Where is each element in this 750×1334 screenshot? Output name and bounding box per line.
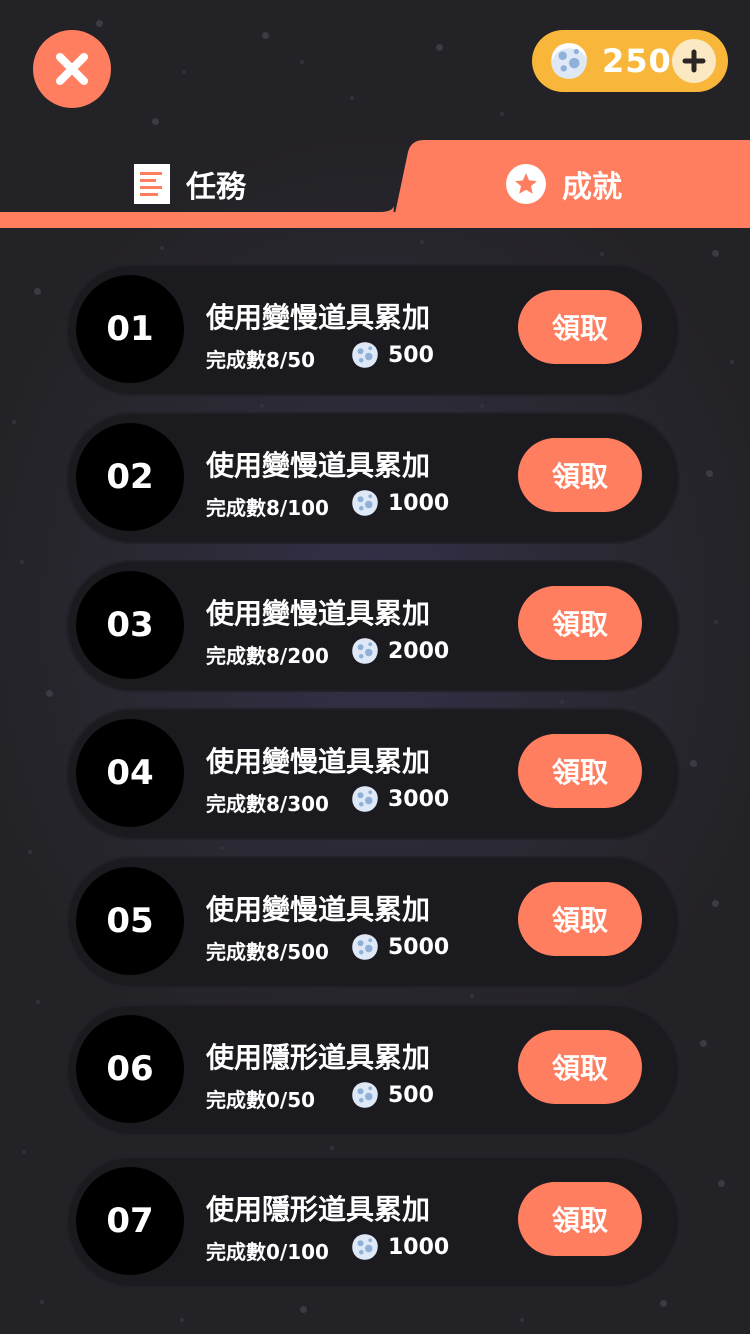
achievement-reward: 500 (350, 1080, 434, 1110)
currency-pill: 250 (532, 30, 728, 92)
tab-bar: 任務 成就 (0, 140, 750, 228)
add-currency-button[interactable] (672, 39, 716, 83)
tab-tasks[interactable]: 任務 (134, 160, 246, 208)
reward-amount: 3000 (388, 786, 450, 812)
achievement-row: 05 使用變慢道具累加 完成數8/500 5000 領取 (66, 856, 680, 988)
achievement-number: 02 (76, 423, 184, 531)
achievement-reward: 3000 (350, 784, 449, 814)
achievement-reward: 5000 (350, 932, 449, 962)
claim-button[interactable]: 領取 (518, 882, 642, 956)
achievement-row: 01 使用變慢道具累加 完成數8/50 500 領取 (66, 264, 680, 396)
asteroid-icon (352, 1082, 378, 1108)
claim-button[interactable]: 領取 (518, 1030, 642, 1104)
tab-tasks-label: 任務 (186, 170, 246, 205)
achievement-number: 06 (76, 1015, 184, 1123)
tab-underline (0, 212, 750, 228)
claim-button[interactable]: 領取 (518, 290, 642, 364)
achievement-title: 使用隱形道具累加 (206, 1193, 431, 1226)
claim-button[interactable]: 領取 (518, 438, 642, 512)
achievement-progress: 完成數8/100 (206, 496, 329, 520)
achievement-row: 06 使用隱形道具累加 完成數0/50 500 領取 (66, 1004, 680, 1136)
tab-achievements-label: 成就 (562, 170, 622, 205)
achievement-progress: 完成數0/50 (206, 1088, 316, 1112)
achievement-reward: 1000 (350, 488, 449, 518)
achievement-reward: 1000 (350, 1232, 449, 1262)
achievement-title: 使用變慢道具累加 (206, 597, 431, 630)
currency-amount: 250 (602, 42, 672, 80)
asteroid-icon (352, 786, 378, 812)
asteroid-icon (352, 638, 378, 664)
achievement-number: 07 (76, 1167, 184, 1275)
close-icon (56, 53, 88, 85)
achievement-number: 05 (76, 867, 184, 975)
asteroid-icon (352, 490, 378, 516)
reward-amount: 1000 (388, 1234, 450, 1260)
achievement-title: 使用隱形道具累加 (206, 1041, 431, 1074)
claim-button[interactable]: 領取 (518, 734, 642, 808)
star-icon (506, 164, 546, 204)
achievement-reward: 2000 (350, 636, 449, 666)
asteroid-icon (352, 342, 378, 368)
achievement-row: 07 使用隱形道具累加 完成數0/100 1000 領取 (66, 1156, 680, 1288)
reward-amount: 1000 (388, 490, 450, 516)
plus-icon (682, 49, 706, 73)
claim-button[interactable]: 領取 (518, 1182, 642, 1256)
achievement-title: 使用變慢道具累加 (206, 893, 431, 926)
asteroid-icon (352, 934, 378, 960)
achievement-progress: 完成數8/200 (206, 644, 329, 668)
achievement-title: 使用變慢道具累加 (206, 449, 431, 482)
achievement-number: 01 (76, 275, 184, 383)
asteroid-icon (551, 43, 587, 79)
claim-button[interactable]: 領取 (518, 586, 642, 660)
tab-achievements[interactable]: 成就 (506, 160, 622, 208)
achievement-reward: 500 (350, 340, 434, 370)
achievement-row: 02 使用變慢道具累加 完成數8/100 1000 領取 (66, 412, 680, 544)
achievement-progress: 完成數8/500 (206, 940, 329, 964)
achievement-progress: 完成數8/50 (206, 348, 316, 372)
achievement-progress: 完成數0/100 (206, 1240, 329, 1264)
achievement-row: 03 使用變慢道具累加 完成數8/200 2000 領取 (66, 560, 680, 692)
reward-amount: 2000 (388, 638, 450, 664)
achievement-number: 03 (76, 571, 184, 679)
achievement-title: 使用變慢道具累加 (206, 301, 431, 334)
achievement-row: 04 使用變慢道具累加 完成數8/300 3000 領取 (66, 708, 680, 840)
close-button[interactable] (33, 30, 111, 108)
achievement-progress: 完成數8/300 (206, 792, 329, 816)
document-icon (134, 164, 170, 204)
asteroid-icon (352, 1234, 378, 1260)
achievement-title: 使用變慢道具累加 (206, 745, 431, 778)
achievement-number: 04 (76, 719, 184, 827)
reward-amount: 500 (388, 342, 434, 368)
reward-amount: 500 (388, 1082, 434, 1108)
reward-amount: 5000 (388, 934, 450, 960)
